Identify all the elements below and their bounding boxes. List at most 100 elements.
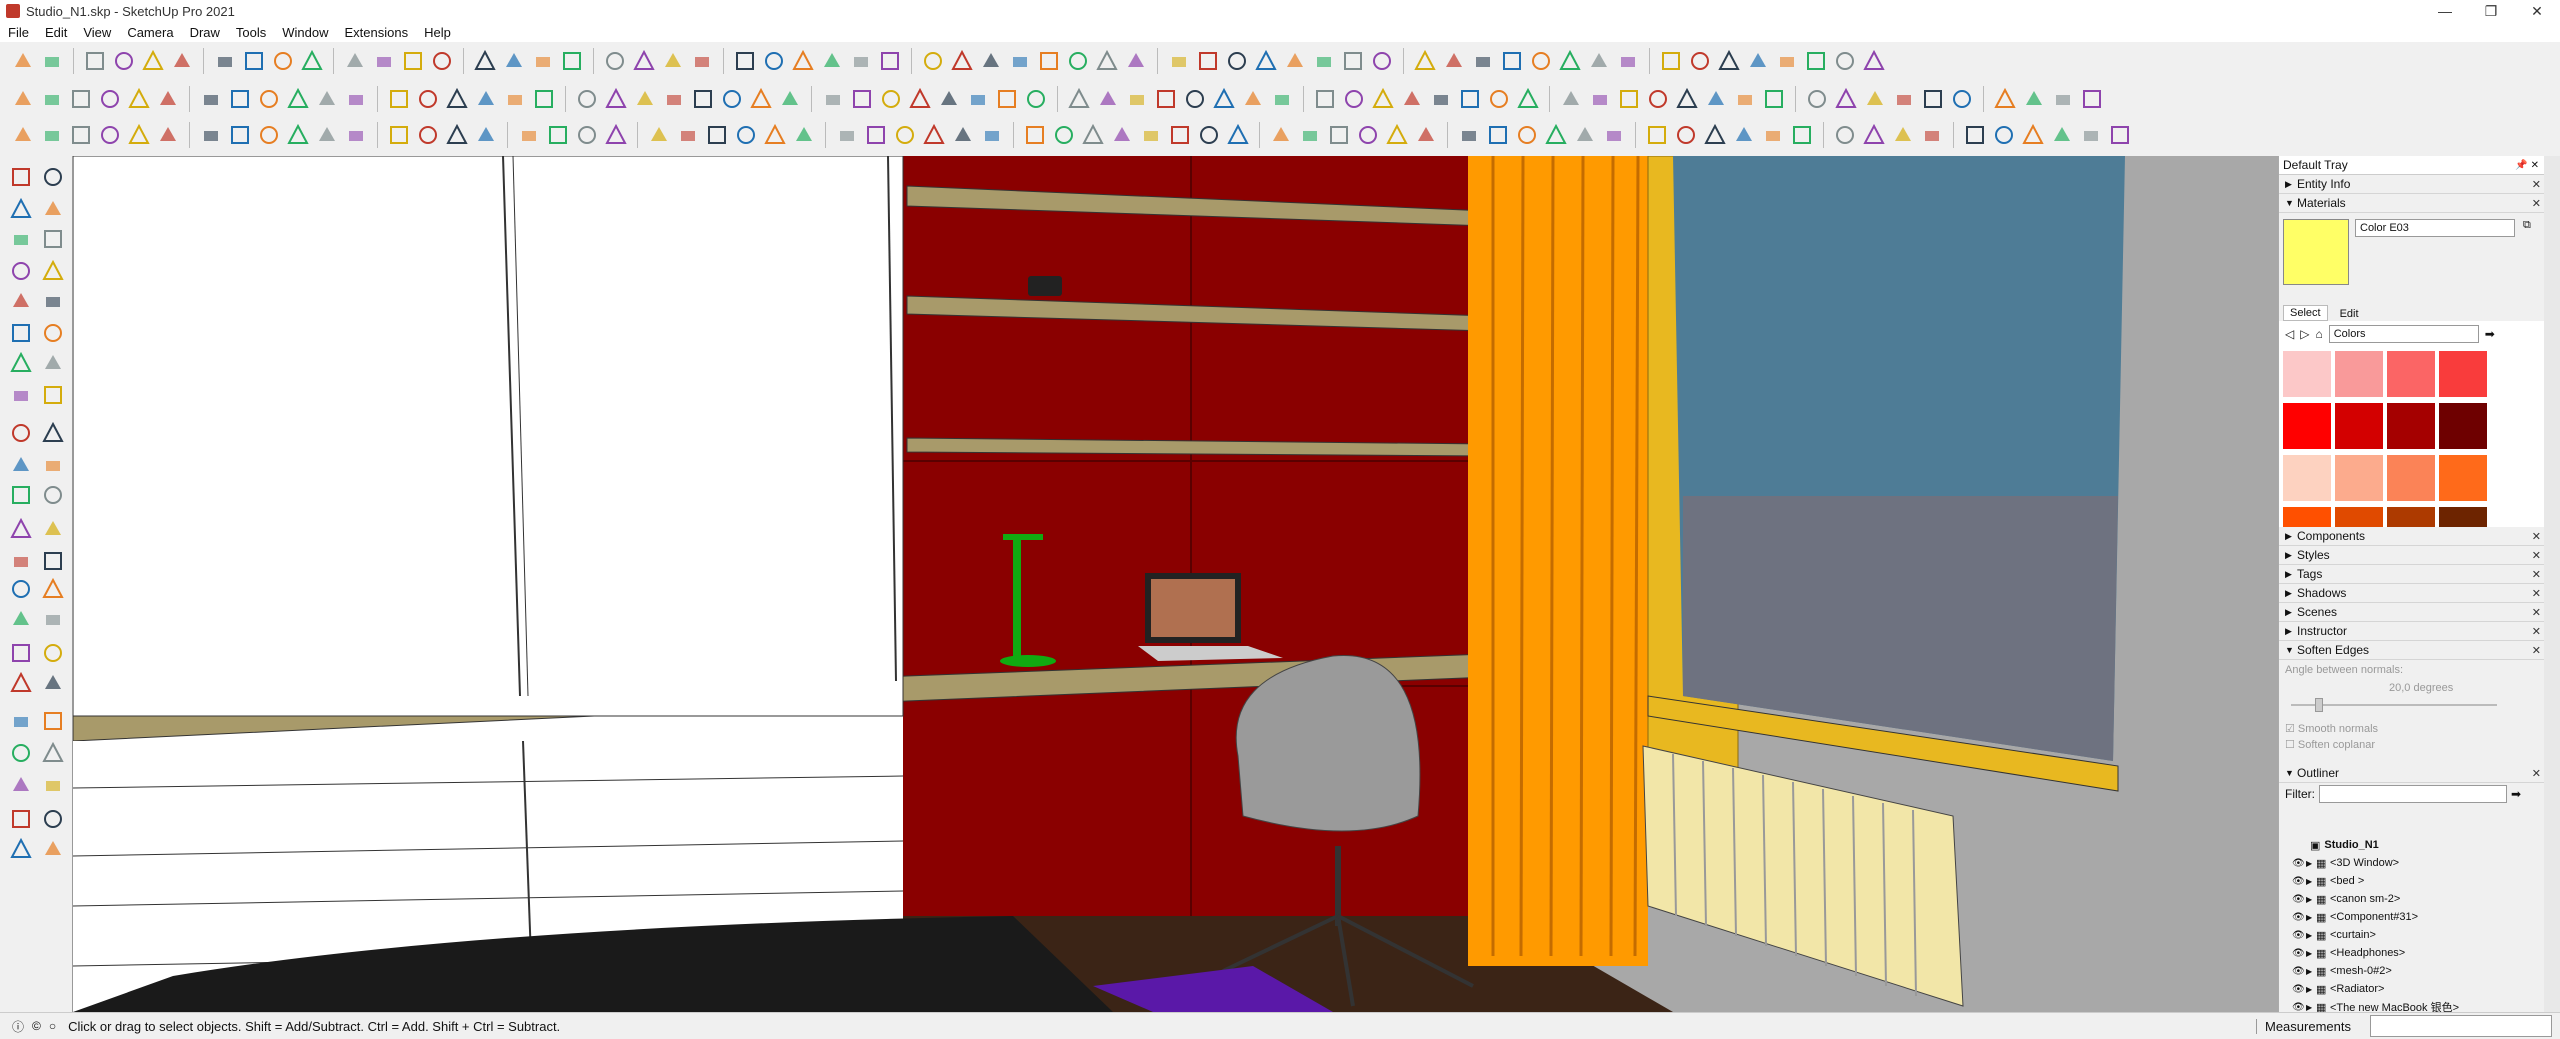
tool-tb1-39-icon[interactable] xyxy=(1253,48,1279,74)
tool-tb3-51-icon[interactable] xyxy=(1601,122,1627,148)
tool-tb2-55-icon[interactable] xyxy=(1703,86,1729,112)
outliner-item[interactable]: 👁 ▶ ▦ <mesh-0#2> xyxy=(2292,962,2392,980)
panel-components[interactable]: ▶ Components ✕ xyxy=(2279,527,2545,546)
panel-soften-edges[interactable]: ▼ Soften Edges ✕ xyxy=(2279,641,2545,660)
tool-tb3-8-icon[interactable] xyxy=(256,122,282,148)
outliner-item[interactable]: 👁 ▶ ▦ <curtain> xyxy=(2292,926,2376,944)
tool-tb2-12-icon[interactable] xyxy=(386,86,412,112)
tool-tb1-45-icon[interactable] xyxy=(1441,48,1467,74)
tool-tb3-5-icon[interactable] xyxy=(155,122,181,148)
tool-tb2-46-icon[interactable] xyxy=(1428,86,1454,112)
tool-tb2-60-icon[interactable] xyxy=(1862,86,1888,112)
close-icon[interactable]: ✕ xyxy=(2532,568,2541,581)
material-swatch[interactable] xyxy=(2335,403,2383,449)
tray-scrollbar[interactable] xyxy=(2544,156,2560,1012)
visibility-eye-icon[interactable]: 👁 xyxy=(2292,930,2306,941)
visibility-eye-icon[interactable]: 👁 xyxy=(2292,912,2306,923)
tool-tb3-54-icon[interactable] xyxy=(1702,122,1728,148)
tool-tb1-59-icon[interactable] xyxy=(1861,48,1887,74)
material-swatch[interactable] xyxy=(2283,351,2331,397)
geo-location-icon[interactable]: ⓘ xyxy=(12,1018,24,1035)
tool-tb1-49-icon[interactable] xyxy=(1557,48,1583,74)
tool-tb2-30-icon[interactable] xyxy=(936,86,962,112)
tool-tb1-10-icon[interactable] xyxy=(342,48,368,74)
tool-tb2-49-icon[interactable] xyxy=(1515,86,1541,112)
close-icon[interactable]: ✕ xyxy=(2532,606,2541,619)
tool-tb2-64-icon[interactable] xyxy=(1992,86,2018,112)
tool-tb3-61-icon[interactable] xyxy=(1919,122,1945,148)
library-dropdown[interactable]: Colors xyxy=(2328,325,2479,343)
expand-arrow-icon[interactable]: ▶ xyxy=(2306,913,2316,922)
expand-arrow-icon[interactable]: ▶ xyxy=(2306,1003,2316,1012)
large-tool-3-0-icon[interactable] xyxy=(8,258,34,284)
tool-tb2-63-icon[interactable] xyxy=(1949,86,1975,112)
tool-tb2-26-icon[interactable] xyxy=(820,86,846,112)
large-tool-16-0-icon[interactable] xyxy=(8,670,34,696)
large-tool-11-1-icon[interactable] xyxy=(40,516,66,542)
slider-handle[interactable] xyxy=(2315,698,2323,712)
tool-tb3-42-icon[interactable] xyxy=(1326,122,1352,148)
large-tool-4-1-icon[interactable] xyxy=(40,288,66,314)
menu-extensions[interactable]: Extensions xyxy=(337,25,417,40)
large-tool-18-1-icon[interactable] xyxy=(40,740,66,766)
tool-tb3-39-icon[interactable] xyxy=(1225,122,1251,148)
large-tool-18-0-icon[interactable] xyxy=(8,740,34,766)
material-swatch[interactable] xyxy=(2283,455,2331,501)
tool-tb1-6-icon[interactable] xyxy=(212,48,238,74)
tool-tb2-50-icon[interactable] xyxy=(1558,86,1584,112)
tool-tb3-43-icon[interactable] xyxy=(1355,122,1381,148)
details-arrow-icon[interactable]: ➡ xyxy=(2511,787,2521,801)
tool-tb2-43-icon[interactable] xyxy=(1341,86,1367,112)
tool-tb2-41-icon[interactable] xyxy=(1269,86,1295,112)
tool-tb3-48-icon[interactable] xyxy=(1514,122,1540,148)
panel-materials[interactable]: ▼ Materials ✕ xyxy=(2279,194,2545,213)
large-tool-5-1-icon[interactable] xyxy=(40,320,66,346)
tool-tb2-37-icon[interactable] xyxy=(1153,86,1179,112)
tool-tb1-43-icon[interactable] xyxy=(1369,48,1395,74)
tool-tb3-13-icon[interactable] xyxy=(415,122,441,148)
tool-tb2-58-icon[interactable] xyxy=(1804,86,1830,112)
large-tool-20-0-icon[interactable] xyxy=(8,806,34,832)
tool-tb3-18-icon[interactable] xyxy=(574,122,600,148)
tool-tb1-56-icon[interactable] xyxy=(1774,48,1800,74)
tool-tb2-8-icon[interactable] xyxy=(256,86,282,112)
tool-tb2-59-icon[interactable] xyxy=(1833,86,1859,112)
expand-arrow-icon[interactable]: ▶ xyxy=(2306,949,2316,958)
tool-tb1-1-icon[interactable] xyxy=(39,48,65,74)
tool-tb2-1-icon[interactable] xyxy=(39,86,65,112)
tool-tb3-25-icon[interactable] xyxy=(791,122,817,148)
tool-tb2-18-icon[interactable] xyxy=(574,86,600,112)
tool-tb3-41-icon[interactable] xyxy=(1297,122,1323,148)
tool-tb2-23-icon[interactable] xyxy=(719,86,745,112)
close-icon[interactable]: ✕ xyxy=(2532,530,2541,543)
tool-tb1-30-icon[interactable] xyxy=(978,48,1004,74)
tool-tb3-64-icon[interactable] xyxy=(2020,122,2046,148)
menu-file[interactable]: File xyxy=(0,25,37,40)
tool-tb3-53-icon[interactable] xyxy=(1673,122,1699,148)
large-tool-12-1-icon[interactable] xyxy=(40,548,66,574)
tool-tb3-29-icon[interactable] xyxy=(921,122,947,148)
tool-tb2-40-icon[interactable] xyxy=(1240,86,1266,112)
tool-tb3-30-icon[interactable] xyxy=(950,122,976,148)
tool-tb2-62-icon[interactable] xyxy=(1920,86,1946,112)
pin-icon[interactable]: 📌 ✕ xyxy=(2515,160,2539,171)
tool-tb3-37-icon[interactable] xyxy=(1167,122,1193,148)
large-tool-6-1-icon[interactable] xyxy=(40,350,66,376)
material-swatch[interactable] xyxy=(2439,455,2487,501)
tool-tb1-7-icon[interactable] xyxy=(241,48,267,74)
tool-tb3-28-icon[interactable] xyxy=(892,122,918,148)
outliner-filter-input[interactable] xyxy=(2319,785,2507,803)
tool-tb2-19-icon[interactable] xyxy=(603,86,629,112)
close-icon[interactable]: ✕ xyxy=(2532,549,2541,562)
tool-tb2-16-icon[interactable] xyxy=(502,86,528,112)
tool-tb3-19-icon[interactable] xyxy=(603,122,629,148)
tool-tb2-20-icon[interactable] xyxy=(632,86,658,112)
outliner-item[interactable]: 👁 ▶ ▦ <bed > xyxy=(2292,872,2364,890)
large-tool-20-1-icon[interactable] xyxy=(40,806,66,832)
tool-tb1-13-icon[interactable] xyxy=(429,48,455,74)
tool-tb1-32-icon[interactable] xyxy=(1036,48,1062,74)
tool-tb2-33-icon[interactable] xyxy=(1023,86,1049,112)
credits-icon[interactable]: © xyxy=(32,1019,41,1033)
tool-tb3-15-icon[interactable] xyxy=(473,122,499,148)
user-icon[interactable]: ○ xyxy=(49,1019,56,1033)
